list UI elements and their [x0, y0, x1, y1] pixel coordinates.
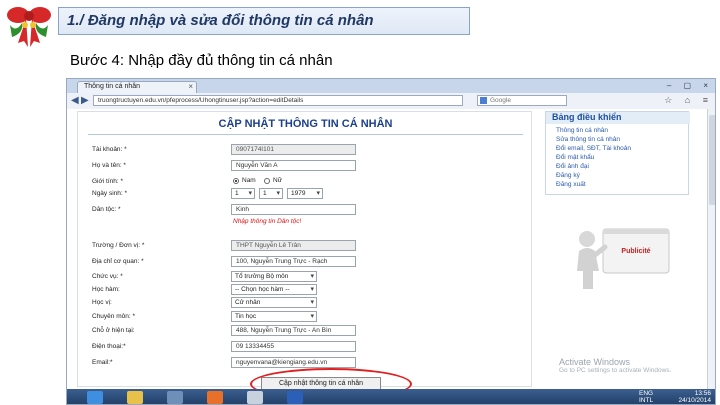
ethnicity-error: Nhập thông tin Dân tộc!	[233, 218, 302, 225]
clock-date: 24/10/2014	[678, 397, 711, 404]
school-field: THPT Nguyễn Lê Trân	[231, 240, 356, 251]
language-code: ENG	[639, 390, 654, 397]
row-birthdate: Ngày sinh: * 1 1 1979	[78, 188, 533, 202]
system-clock[interactable]: 13:56 24/10/2014	[678, 390, 711, 404]
forward-icon[interactable]: ▶	[81, 95, 89, 106]
control-panel-title: Bảng điều khiển	[552, 112, 622, 122]
row-address: Địa chỉ cơ quan: * 100, Nguyễn Trung Trự…	[78, 256, 533, 270]
sidebar-link-change-email[interactable]: Đổi email, SĐT, Tài khoản	[556, 145, 631, 152]
row-username: Tài khoản: * 0907174Ι101	[78, 144, 533, 158]
ethnicity-label: Dân tộc: *	[92, 206, 121, 213]
toolbar-icons[interactable]: ☆ ⌂ ≡	[664, 95, 713, 106]
advertisement-label: Publicité	[621, 248, 650, 255]
phone-label: Điện thoại:*	[92, 343, 126, 350]
internet-explorer-icon[interactable]	[87, 391, 103, 404]
form-title: CẬP NHẬT THÔNG TIN CÁ NHÂN	[218, 118, 393, 130]
step-instruction: Bước 4: Nhập đầy đủ thông tin cá nhân	[70, 52, 333, 69]
school-label: Trường / Đơn vị: *	[92, 242, 145, 249]
birthdate-label: Ngày sinh: *	[92, 190, 128, 197]
activate-windows-subtext: Go to PC settings to activate Windows.	[559, 367, 672, 374]
back-icon[interactable]: ◀	[71, 95, 79, 106]
windows-taskbar: ENG INTL 13:56 24/10/2014	[67, 389, 715, 404]
search-box[interactable]: Google	[477, 95, 567, 106]
ethnicity-field[interactable]: Kinh	[231, 204, 356, 215]
language-layout: INTL	[639, 397, 654, 404]
degree-label: Học vị:	[92, 299, 112, 306]
row-position: Chức vụ: * Tổ trưởng Bộ môn	[78, 271, 533, 285]
slide-title: 1./ Đăng nhập và sửa đổi thông tin cá nh…	[67, 12, 374, 29]
file-explorer-icon[interactable]	[127, 391, 143, 404]
row-fullname: Họ và tên: * Nguyễn Văn A	[78, 160, 533, 174]
tab-bar: Thông tin cá nhân × – ▢ ×	[67, 79, 715, 93]
activate-windows-watermark: Activate Windows	[559, 357, 631, 367]
scrollbar-thumb[interactable]	[709, 115, 715, 205]
birth-year-select[interactable]: 1979	[287, 188, 323, 199]
google-icon	[480, 97, 487, 104]
page-content: CẬP NHẬT THÔNG TIN CÁ NHÂN Tài khoản: * …	[67, 109, 707, 400]
major-select[interactable]: Tin học	[231, 311, 317, 322]
email-label: Email:*	[92, 359, 113, 366]
row-major: Chuyên môn: * Tin học	[78, 311, 533, 325]
fullname-field[interactable]: Nguyễn Văn A	[231, 160, 356, 171]
position-label: Chức vụ: *	[92, 273, 123, 280]
row-school: Trường / Đơn vị: * THPT Nguyễn Lê Trân	[78, 240, 533, 254]
profile-form: CẬP NHẬT THÔNG TIN CÁ NHÂN Tài khoản: * …	[77, 111, 533, 400]
address-bar[interactable]: truongtructuyen.edu.vn/pfeprocess/Uhongt…	[93, 95, 463, 106]
control-panel-header: Bảng điều khiển	[546, 112, 690, 124]
gender-female-label: Nữ	[273, 177, 283, 184]
sidebar-link-logout[interactable]: Đăng xuất	[556, 181, 586, 188]
form-title-divider	[88, 134, 523, 135]
gender-male-label: Nam	[242, 177, 256, 184]
gender-female-radio[interactable]	[264, 178, 270, 184]
rank-label: Học hàm:	[92, 286, 120, 293]
page-scrollbar[interactable]	[707, 109, 715, 389]
sidebar-link-change-password[interactable]: Đổi mật khẩu	[556, 154, 594, 161]
tab-label: Thông tin cá nhân	[84, 83, 141, 90]
birth-month-select[interactable]: 1	[259, 188, 283, 199]
navigation-bar: ◀ ▶ truongtructuyen.edu.vn/pfeprocess/Uh…	[67, 93, 715, 110]
sidebar-link-change-avatar[interactable]: Đổi ảnh đại	[556, 163, 589, 170]
row-rank: Học hàm: -- Chọn học hàm --	[78, 284, 533, 298]
slide-title-box: 1./ Đăng nhập và sửa đổi thông tin cá nh…	[58, 7, 470, 35]
browser-screenshot: Thông tin cá nhân × – ▢ × ◀ ▶ truongtruc…	[66, 78, 716, 405]
position-select[interactable]: Tổ trưởng Bộ môn	[231, 271, 317, 282]
language-indicator[interactable]: ENG INTL	[639, 390, 653, 404]
residence-field[interactable]: 488, Nguyễn Trung Trực - An Bìn	[231, 325, 356, 336]
fullname-label: Họ và tên: *	[92, 162, 126, 169]
control-panel: Bảng điều khiển Thông tin cá nhân Sửa th…	[545, 111, 690, 195]
window-controls-icon[interactable]: – ▢ ×	[667, 81, 713, 90]
tab-profile[interactable]: Thông tin cá nhân ×	[77, 81, 197, 93]
residence-label: Chỗ ở hiện tại:	[92, 327, 135, 334]
phone-field[interactable]: 09 13334455	[231, 341, 356, 352]
gender-male-radio[interactable]	[233, 178, 239, 184]
row-ethnicity: Dân tộc: * Kinh	[78, 204, 533, 218]
sidebar-link-profile[interactable]: Thông tin cá nhân	[556, 127, 608, 134]
username-label: Tài khoản: *	[92, 146, 127, 153]
close-icon[interactable]: ×	[188, 82, 193, 91]
sidebar-link-edit-profile[interactable]: Sửa thông tin cá nhân	[556, 136, 620, 143]
office-address-field[interactable]: 100, Nguyễn Trung Trực - Rạch	[231, 256, 356, 267]
word-icon[interactable]	[287, 391, 303, 404]
app-icon[interactable]	[247, 391, 263, 404]
address-label: Địa chỉ cơ quan: *	[92, 258, 144, 265]
degree-select[interactable]: Cử nhân	[231, 297, 317, 308]
row-phone: Điện thoại:* 09 13334455	[78, 341, 533, 355]
clock-time: 13:56	[694, 390, 711, 397]
rank-select[interactable]: -- Chọn học hàm --	[231, 284, 317, 295]
sidebar-link-register[interactable]: Đăng ký	[556, 172, 580, 179]
birth-day-select[interactable]: 1	[231, 188, 255, 199]
row-degree: Học vị: Cử nhân	[78, 297, 533, 311]
christmas-bow-icon	[7, 7, 51, 47]
username-field: 0907174Ι101	[231, 144, 356, 155]
search-placeholder: Google	[490, 97, 511, 104]
email-field[interactable]: nguyenvana@kiengiang.edu.vn	[231, 357, 356, 368]
advertisement-banner: Publicité	[577, 228, 670, 289]
gender-label: Giới tính: *	[92, 178, 123, 185]
row-residence: Chỗ ở hiện tại: 488, Nguyễn Trung Trực -…	[78, 325, 533, 339]
major-label: Chuyên môn: *	[92, 313, 135, 320]
